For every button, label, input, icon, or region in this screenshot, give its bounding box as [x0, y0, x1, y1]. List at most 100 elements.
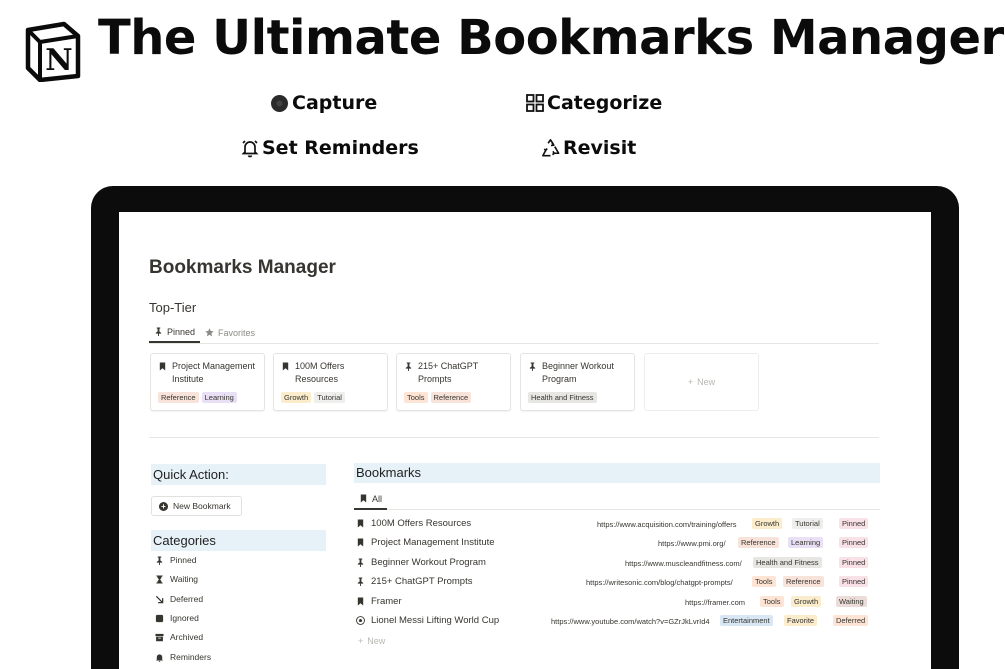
feature-revisit: Revisit	[540, 137, 636, 159]
category-label: Reminders	[170, 652, 212, 662]
tab-all[interactable]: All	[354, 489, 387, 510]
pin-icon	[405, 362, 412, 371]
tag: Entertainment	[720, 615, 773, 626]
bookmark-url[interactable]: https://www.youtube.com/watch?v=GZrJkLvr…	[551, 617, 710, 626]
pin-icon	[357, 577, 364, 586]
table-row[interactable]: Lionel Messi Lifting World Cup https://w…	[356, 613, 879, 629]
table-row[interactable]: Project Management Institute https://www…	[356, 535, 879, 551]
tag: Favorite	[784, 615, 818, 626]
top-tier-tabs: Pinned Favorites	[149, 322, 879, 344]
bookmark-icon	[159, 362, 166, 371]
bookmarks-heading: Bookmarks	[354, 463, 880, 483]
feature-label: Categorize	[547, 92, 663, 114]
category-label: Archived	[170, 632, 204, 642]
plus-icon: +	[687, 377, 694, 387]
archive-icon	[155, 633, 164, 641]
quick-action-heading: Quick Action:	[151, 464, 326, 485]
bookmark-icon	[360, 494, 367, 503]
tag: Tools	[760, 596, 784, 607]
tag: Tools	[404, 392, 428, 403]
category-reminders[interactable]: Reminders	[155, 652, 211, 662]
new-row-button[interactable]: + New	[358, 636, 385, 646]
feature-label: Revisit	[563, 137, 637, 159]
tag: Growth	[281, 392, 312, 403]
page-title: Bookmarks Manager	[149, 257, 336, 278]
bookmark-url[interactable]: https://www.muscleandfitness.com/	[625, 559, 742, 568]
tag: Reference	[158, 392, 199, 403]
bookmark-icon	[357, 519, 364, 528]
notion-logo: N	[22, 20, 84, 83]
arrow-down-right-icon	[155, 595, 164, 603]
tag: Tutorial	[314, 392, 345, 403]
category-deferred[interactable]: Deferred	[155, 594, 203, 604]
tag: Tools	[752, 576, 776, 587]
status-badge: Pinned	[839, 537, 869, 548]
new-label: New	[697, 377, 716, 387]
tag: Reference	[738, 537, 779, 548]
feature-label: Capture	[292, 92, 378, 114]
button-label: New Bookmark	[173, 501, 231, 511]
new-card-button[interactable]: + New	[644, 353, 759, 411]
tag: Reference	[783, 576, 824, 587]
gallery-card[interactable]: 215+ ChatGPT Prompts Tools Reference	[396, 353, 511, 411]
record-icon	[269, 93, 290, 114]
bookmark-icon	[282, 362, 289, 371]
bookmark-title: Beginner Workout Program	[371, 557, 486, 568]
status-badge: Pinned	[839, 557, 869, 568]
grid-icon	[524, 93, 545, 114]
tab-label: Pinned	[167, 326, 196, 337]
tag: Health and Fitness	[528, 392, 597, 403]
bookmark-url[interactable]: https://writesonic.com/blog/chatgpt-prom…	[586, 578, 733, 587]
bookmark-title: 100M Offers Resources	[371, 518, 472, 529]
bookmark-icon	[357, 597, 364, 606]
category-archived[interactable]: Archived	[155, 632, 203, 642]
top-tier-title: Top-Tier	[149, 300, 197, 315]
category-pinned[interactable]: Pinned	[155, 555, 196, 565]
category-waiting[interactable]: Waiting	[155, 574, 198, 584]
bell-icon	[239, 138, 260, 159]
tab-favorites[interactable]: Favorites	[200, 322, 260, 343]
recycle-icon	[540, 138, 561, 159]
table-row[interactable]: 100M Offers Resources https://www.acquis…	[356, 516, 879, 532]
pin-icon	[156, 555, 163, 565]
section-divider	[149, 437, 879, 438]
feature-label: Set Reminders	[262, 137, 419, 159]
feature-capture: Capture	[269, 92, 377, 114]
new-bookmark-button[interactable]: + New Bookmark	[151, 496, 242, 516]
gallery-card[interactable]: Beginner Workout Program Health and Fitn…	[520, 353, 635, 411]
bell-icon	[155, 653, 164, 662]
new-label: New	[367, 636, 386, 646]
bookmark-title: 215+ ChatGPT Prompts	[371, 576, 473, 587]
category-label: Ignored	[170, 613, 199, 623]
tab-label: All	[371, 493, 382, 504]
tag: Reference	[430, 392, 472, 403]
category-label: Pinned	[170, 555, 197, 565]
status-badge: Pinned	[839, 576, 869, 587]
status-badge: Deferred	[833, 615, 869, 626]
tag: Tutorial	[792, 518, 823, 529]
bookmarks-tabs: All	[354, 489, 880, 510]
card-title: Beginner Workout Program	[542, 361, 614, 384]
device-screen: Bookmarks Manager Top-Tier Pinned Favori…	[119, 212, 931, 669]
promo-title: The Ultimate Bookmarks Manager	[98, 10, 1004, 66]
status-badge: Waiting	[836, 596, 867, 607]
feature-categorize: Categorize	[524, 92, 662, 114]
tag: Growth	[752, 518, 783, 529]
table-row[interactable]: Beginner Workout Program https://www.mus…	[356, 555, 879, 571]
bookmark-url[interactable]: https://framer.com	[685, 598, 745, 607]
gallery-card[interactable]: Project Management Institute Reference L…	[150, 353, 265, 411]
category-ignored[interactable]: Ignored	[155, 613, 199, 623]
soccer-ball-icon	[356, 616, 365, 625]
svg-text:N: N	[45, 43, 72, 78]
categories-heading: Categories	[151, 530, 326, 551]
category-label: Waiting	[170, 574, 199, 584]
tab-pinned[interactable]: Pinned	[149, 322, 201, 343]
table-row[interactable]: Framer https://framer.com Tools Growth W…	[356, 594, 879, 610]
table-row[interactable]: 215+ ChatGPT Prompts https://writesonic.…	[356, 574, 879, 590]
bookmark-url[interactable]: https://www.pmi.org/	[658, 539, 726, 548]
card-title: 100M Offers Resources	[295, 361, 345, 384]
stop-icon	[155, 614, 164, 622]
bookmark-title: Lionel Messi Lifting World Cup	[371, 615, 500, 626]
bookmark-url[interactable]: https://www.acquisition.com/training/off…	[597, 520, 737, 529]
gallery-card[interactable]: 100M Offers Resources Growth Tutorial	[273, 353, 388, 411]
